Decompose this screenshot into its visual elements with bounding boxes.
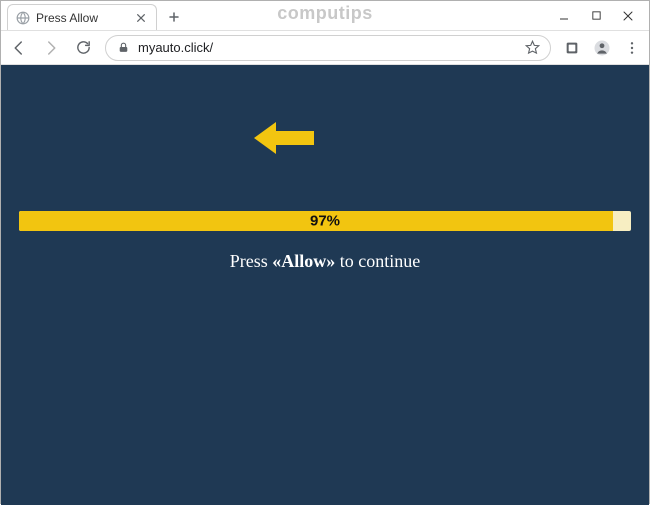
tab-close-icon[interactable]: [134, 11, 148, 25]
window-controls: [557, 1, 649, 30]
back-button[interactable]: [9, 38, 29, 58]
watermark-text: computips: [277, 3, 373, 24]
lock-icon: [116, 41, 130, 55]
browser-tab[interactable]: Press Allow: [7, 4, 157, 30]
left-arrow-icon: [254, 120, 314, 156]
menu-kebab-icon[interactable]: [623, 39, 641, 57]
minimize-button[interactable]: [557, 9, 571, 23]
close-window-button[interactable]: [621, 9, 635, 23]
bookmark-star-icon[interactable]: [524, 40, 540, 56]
progress-label: 97%: [310, 213, 340, 230]
page-content: 97% Press «Allow» to continue: [1, 65, 649, 505]
address-bar[interactable]: [105, 35, 551, 61]
message-pre: Press: [230, 251, 273, 271]
maximize-button[interactable]: [589, 9, 603, 23]
message-strong: «Allow»: [272, 251, 335, 271]
progress-bar-track: 97%: [19, 211, 631, 231]
browser-toolbar: [1, 31, 649, 65]
extensions-icon[interactable]: [563, 39, 581, 57]
tabstrip: Press Allow: [1, 1, 185, 30]
press-allow-message: Press «Allow» to continue: [1, 251, 649, 272]
titlebar: Press Allow computips: [1, 1, 649, 31]
url-input[interactable]: [138, 40, 516, 55]
new-tab-button[interactable]: [163, 6, 185, 28]
reload-button[interactable]: [73, 38, 93, 58]
tab-favicon-icon: [16, 11, 30, 25]
message-post: to continue: [335, 251, 420, 271]
toolbar-right-icons: [563, 39, 641, 57]
profile-avatar-icon[interactable]: [593, 39, 611, 57]
tab-title: Press Allow: [36, 11, 128, 25]
forward-button[interactable]: [41, 38, 61, 58]
